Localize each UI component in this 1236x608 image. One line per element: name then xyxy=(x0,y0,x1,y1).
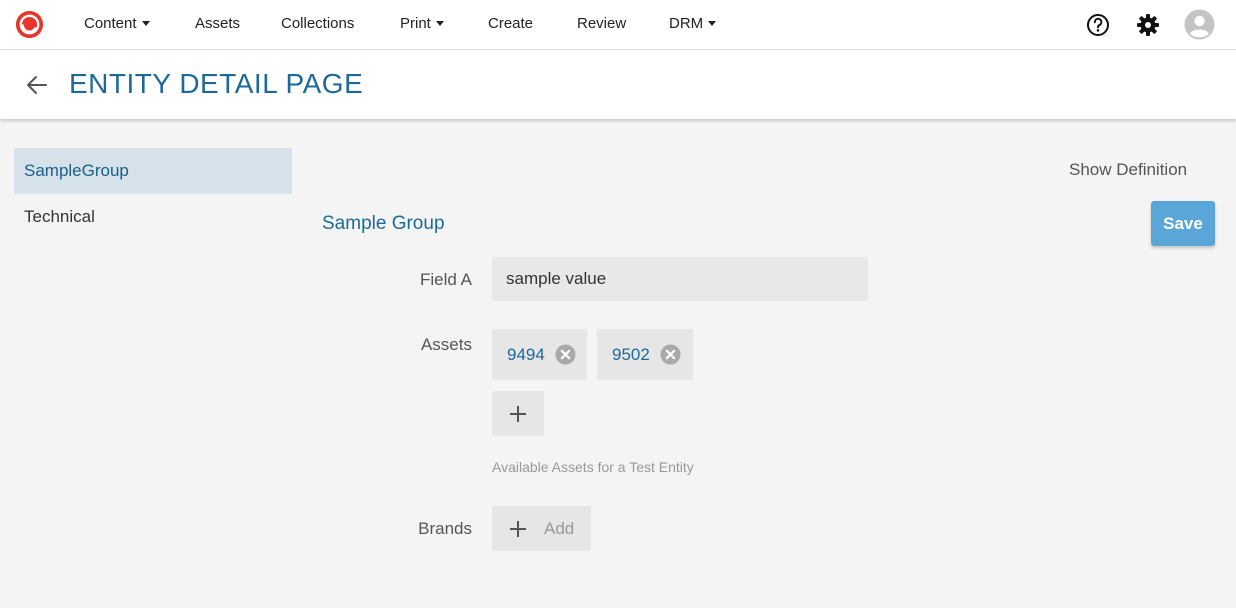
add-brand-label: Add xyxy=(544,518,575,538)
nav-print-label: Print xyxy=(400,15,431,32)
nav-drm-label: DRM xyxy=(669,15,704,32)
remove-circle-icon[interactable] xyxy=(660,344,681,365)
sidebar-item-label: Technical xyxy=(24,207,95,226)
nav-create-label: Create xyxy=(488,15,534,32)
nav-assets[interactable]: Assets xyxy=(195,15,240,32)
page-header: ENTITY DETAIL PAGE xyxy=(0,50,1236,119)
sidebar-item-samplegroup[interactable]: SampleGroup xyxy=(14,148,292,194)
gear-icon[interactable] xyxy=(1134,11,1162,39)
add-brand-button[interactable]: Add xyxy=(492,506,591,551)
asset-chip: 9494 xyxy=(492,329,587,380)
save-button[interactable]: Save xyxy=(1151,201,1215,246)
sidebar-item-technical[interactable]: Technical xyxy=(14,194,292,240)
plus-icon xyxy=(510,520,526,537)
assets-label: Assets xyxy=(420,335,472,354)
caret-down-icon xyxy=(141,21,150,26)
sidebar-item-label: SampleGroup xyxy=(24,161,129,180)
nav-create[interactable]: Create xyxy=(488,15,533,32)
nav-content[interactable]: Content xyxy=(84,15,150,32)
field-a-input[interactable] xyxy=(492,257,868,301)
app-logo-icon[interactable] xyxy=(14,9,45,40)
nav-collections-label: Collections xyxy=(281,15,355,32)
plus-icon xyxy=(510,405,526,422)
nav-assets-label: Assets xyxy=(195,15,241,32)
nav-drm[interactable]: DRM xyxy=(669,15,717,32)
nav-content-label: Content xyxy=(84,15,137,32)
add-asset-button[interactable] xyxy=(492,391,544,436)
caret-down-icon xyxy=(708,21,717,26)
asset-chip: 9502 xyxy=(597,329,693,380)
brands-label: Brands xyxy=(418,519,472,538)
show-definition-link[interactable]: Show Definition xyxy=(1069,160,1187,180)
group-title: Sample Group xyxy=(322,213,445,234)
remove-circle-icon[interactable] xyxy=(555,344,576,365)
nav-review[interactable]: Review xyxy=(577,15,626,32)
field-a-label: Field A xyxy=(420,270,472,289)
nav-collections[interactable]: Collections xyxy=(281,15,354,32)
nav-print[interactable]: Print xyxy=(400,15,444,32)
user-avatar-icon[interactable] xyxy=(1184,9,1215,40)
nav-review-label: Review xyxy=(577,15,627,32)
back-arrow-icon[interactable] xyxy=(24,72,50,98)
help-icon[interactable] xyxy=(1084,11,1112,39)
caret-down-icon xyxy=(435,21,444,26)
asset-chip-link[interactable]: 9494 xyxy=(507,345,545,365)
asset-chip-link[interactable]: 9502 xyxy=(612,345,650,365)
page-title: ENTITY DETAIL PAGE xyxy=(69,68,364,99)
top-nav: Content Assets Collections Print Create … xyxy=(0,0,1236,50)
assets-hint: Available Assets for a Test Entity xyxy=(492,459,694,475)
